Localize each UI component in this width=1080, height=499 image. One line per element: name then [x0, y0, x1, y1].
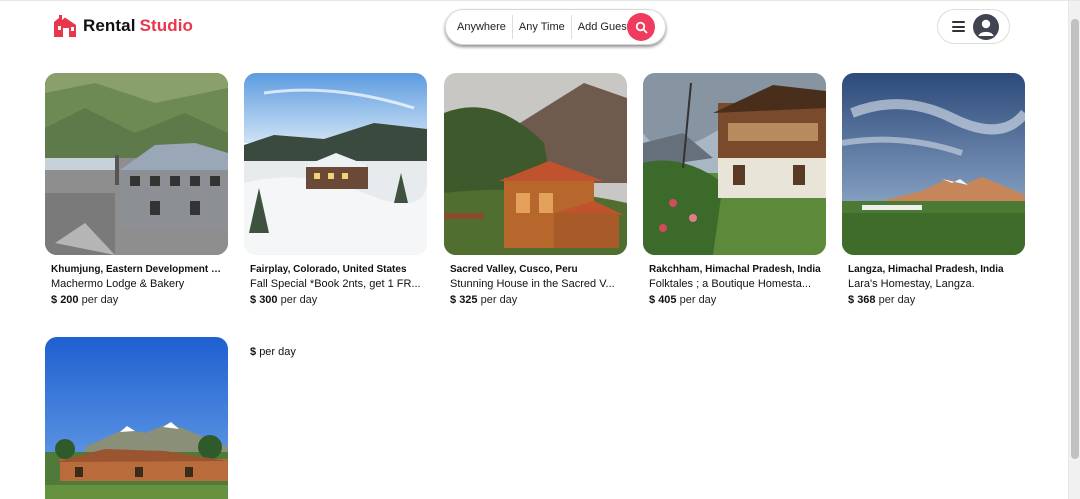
- listing-photo[interactable]: [842, 73, 1025, 255]
- listing-price: $ 405 per day: [649, 294, 717, 306]
- listing-card[interactable]: Langza, Himachal Pradesh, India Lara's H…: [842, 73, 1025, 306]
- listing-title: Folktales ; a Boutique Homesta...: [649, 278, 812, 290]
- listing-photo[interactable]: [643, 73, 826, 255]
- listing-location: Fairplay, Colorado, United States: [250, 264, 407, 275]
- brand-name: Rental Studio: [83, 16, 194, 35]
- search-when[interactable]: Any Time: [513, 15, 571, 39]
- listing-card[interactable]: Sacred Valley, Cusco, Peru Stunning Hous…: [444, 73, 627, 306]
- brand-logo[interactable]: Rental Studio: [52, 13, 193, 39]
- listing-title: Lara's Homestay, Langza.: [848, 278, 975, 290]
- listing-photo[interactable]: [45, 337, 228, 499]
- listing-card[interactable]: [45, 337, 228, 499]
- listing-location: Khumjung, Eastern Development R...: [51, 264, 225, 275]
- listing-title: Stunning House in the Sacred V...: [450, 278, 615, 290]
- scrollbar-thumb[interactable]: [1071, 19, 1079, 459]
- listing-card[interactable]: Fairplay, Colorado, United States Fall S…: [244, 73, 427, 306]
- search-button[interactable]: [627, 13, 655, 41]
- listing-photo[interactable]: [45, 73, 228, 255]
- house-logo-icon: [54, 15, 76, 37]
- listing-photo[interactable]: [244, 73, 427, 255]
- listing-title: Machermo Lodge & Bakery: [51, 278, 185, 290]
- site-header: Rental Studio Anywhere Any Time Add Guest…: [0, 1, 1068, 53]
- user-menu-button[interactable]: [937, 9, 1010, 44]
- listing-card[interactable]: Rakchham, Himachal Pradesh, India Folkta…: [643, 73, 826, 306]
- listing-location: Rakchham, Himachal Pradesh, India: [649, 264, 821, 275]
- listing-price: $ per day: [250, 346, 296, 358]
- listing-title: Fall Special *Book 2nts, get 1 FR...: [250, 278, 421, 290]
- search-bar[interactable]: Anywhere Any Time Add Guests: [445, 9, 666, 45]
- listing-photo[interactable]: [444, 73, 627, 255]
- hamburger-menu-icon: [952, 21, 965, 32]
- avatar-icon: [973, 14, 999, 40]
- listing-price: $ 325 per day: [450, 294, 518, 306]
- listing-price: $ 200 per day: [51, 294, 119, 306]
- listing-location: Langza, Himachal Pradesh, India: [848, 264, 1004, 275]
- search-where[interactable]: Anywhere: [446, 15, 512, 39]
- listing-location: Sacred Valley, Cusco, Peru: [450, 264, 578, 275]
- listing-card[interactable]: Khumjung, Eastern Development R... Mache…: [45, 73, 228, 306]
- listing-price: $ 300 per day: [250, 294, 318, 306]
- search-icon: [635, 21, 647, 33]
- listing-price: $ 368 per day: [848, 294, 916, 306]
- page-scrollbar[interactable]: [1068, 1, 1080, 499]
